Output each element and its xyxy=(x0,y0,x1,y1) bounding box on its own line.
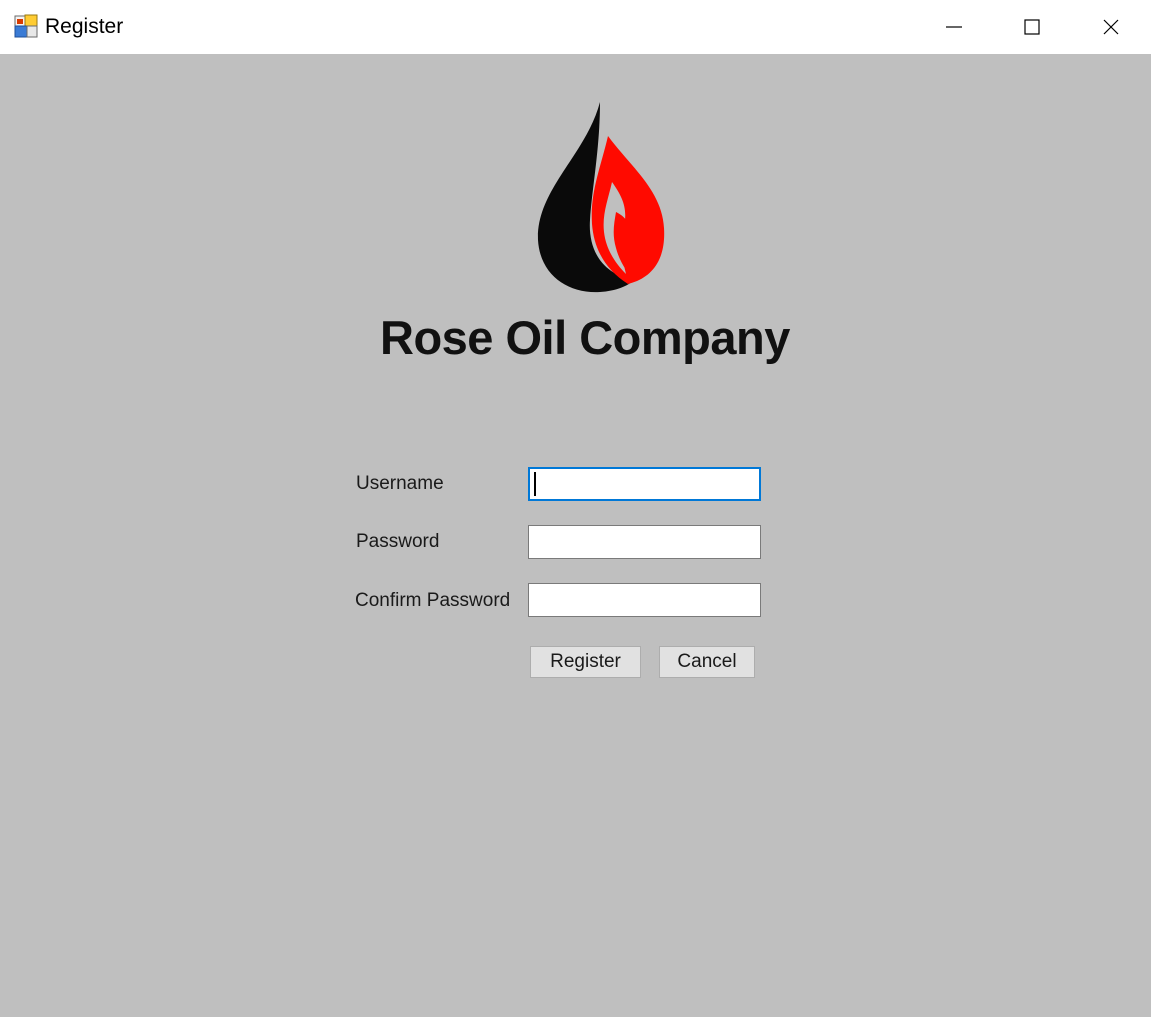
app-icon xyxy=(14,14,38,38)
username-input[interactable] xyxy=(528,467,761,501)
close-icon xyxy=(1103,19,1119,35)
maximize-button[interactable] xyxy=(993,0,1071,54)
company-name-logotype: Rose Oil Company xyxy=(380,311,790,364)
cancel-button[interactable]: Cancel xyxy=(659,646,755,678)
minimize-button[interactable] xyxy=(915,0,993,54)
text-caret xyxy=(534,472,536,496)
form-client-area: Rose Oil Company Username Password Confi… xyxy=(0,54,1151,1017)
minimize-icon xyxy=(946,26,962,28)
oil-flame-logo-icon xyxy=(537,102,665,293)
password-input[interactable] xyxy=(528,525,761,559)
register-button[interactable]: Register xyxy=(530,646,641,678)
confirm-password-input[interactable] xyxy=(528,583,761,617)
confirm-password-label: Confirm Password xyxy=(355,590,511,611)
password-label: Password xyxy=(356,531,440,552)
maximize-icon xyxy=(1024,19,1040,35)
title-bar[interactable]: Register xyxy=(0,0,1151,54)
username-label: Username xyxy=(356,473,444,494)
close-button[interactable] xyxy=(1072,0,1150,54)
register-window: Register Rose Oil Company Username Passw… xyxy=(0,0,1151,1017)
window-title: Register xyxy=(45,15,124,38)
